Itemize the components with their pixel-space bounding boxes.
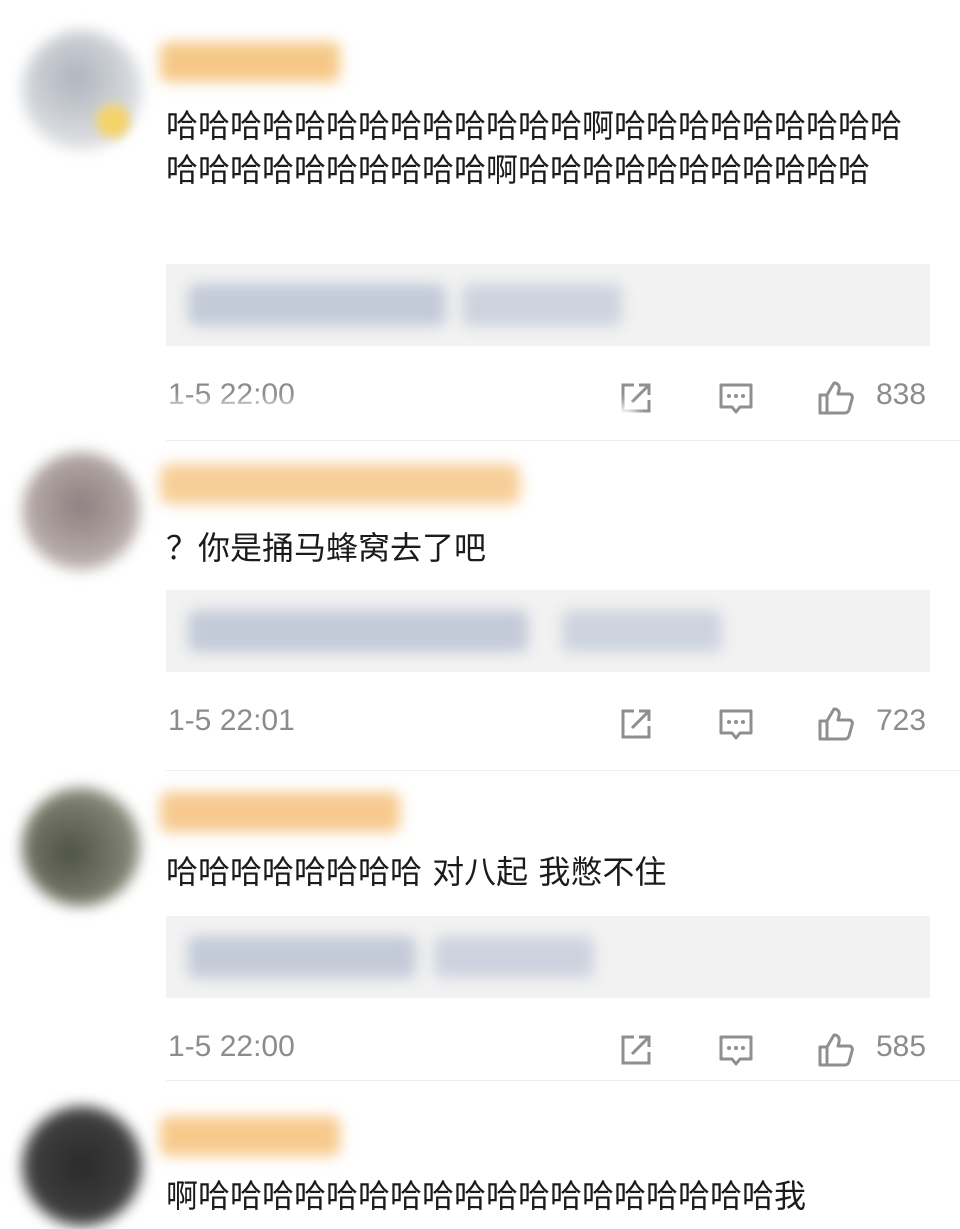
thumbs-up-icon[interactable]	[816, 378, 856, 418]
comment-actions: 1-5 22:00 585	[0, 1024, 960, 1074]
comment-text: 哈哈哈哈哈哈哈哈哈哈哈哈哈啊哈哈哈哈哈哈哈哈哈哈哈哈哈哈哈哈哈哈哈啊哈哈哈哈哈哈…	[166, 107, 903, 189]
comment-item: 啊哈哈哈哈哈哈哈哈哈哈哈哈哈哈哈哈哈哈我	[0, 1080, 960, 1229]
reply-preview[interactable]	[166, 916, 930, 998]
comment-icon[interactable]	[716, 378, 756, 418]
comment-text: 啊哈哈哈哈哈哈哈哈哈哈哈哈哈哈哈哈哈哈我	[166, 1177, 807, 1215]
reply-count-link[interactable]	[462, 284, 622, 326]
avatar[interactable]	[22, 788, 140, 906]
avatar[interactable]	[22, 1106, 142, 1226]
comment-text: ？你是捅马蜂窝去了吧	[166, 529, 487, 567]
reply-preview-content	[188, 610, 528, 652]
comment-actions: 1-5 22:01 723	[0, 698, 960, 748]
reply-preview-content	[188, 284, 446, 326]
share-icon[interactable]	[616, 704, 656, 744]
divider	[166, 1080, 960, 1081]
comment-item: 哈哈哈哈哈哈哈哈 对八起 我憋不住 1-5 22:00 585	[0, 770, 960, 1080]
comment-icon[interactable]	[716, 1030, 756, 1070]
timestamp: 1-5 22:00	[168, 1030, 295, 1063]
timestamp: 1-5 22:01	[168, 704, 295, 737]
torn-edge	[140, 404, 640, 444]
comment-icon[interactable]	[716, 704, 756, 744]
username[interactable]	[160, 1116, 340, 1156]
reply-preview[interactable]	[166, 590, 930, 672]
avatar[interactable]	[22, 452, 140, 570]
username[interactable]	[160, 792, 400, 832]
username[interactable]	[160, 42, 340, 82]
thumbs-up-icon[interactable]	[816, 704, 856, 744]
reply-count-link[interactable]	[434, 936, 594, 978]
like-count: 723	[876, 704, 927, 737]
like-count: 838	[876, 378, 927, 411]
comment-text: 哈哈哈哈哈哈哈哈 对八起 我憋不住	[166, 853, 667, 891]
divider	[166, 440, 960, 441]
share-icon[interactable]	[616, 1030, 656, 1070]
reply-preview[interactable]	[166, 264, 930, 346]
reply-preview-content	[188, 936, 416, 978]
reply-count-link[interactable]	[562, 610, 722, 652]
comment-item: 哈哈哈哈哈哈哈哈哈哈哈哈哈啊哈哈哈哈哈哈哈哈哈哈哈哈哈哈哈哈哈哈哈啊哈哈哈哈哈哈…	[0, 0, 960, 440]
avatar-badge	[96, 104, 130, 138]
like-count: 585	[876, 1030, 927, 1063]
divider	[166, 770, 960, 771]
comment-item: ？你是捅马蜂窝去了吧 1-5 22:01 723	[0, 440, 960, 770]
username[interactable]	[160, 464, 520, 504]
thumbs-up-icon[interactable]	[816, 1030, 856, 1070]
